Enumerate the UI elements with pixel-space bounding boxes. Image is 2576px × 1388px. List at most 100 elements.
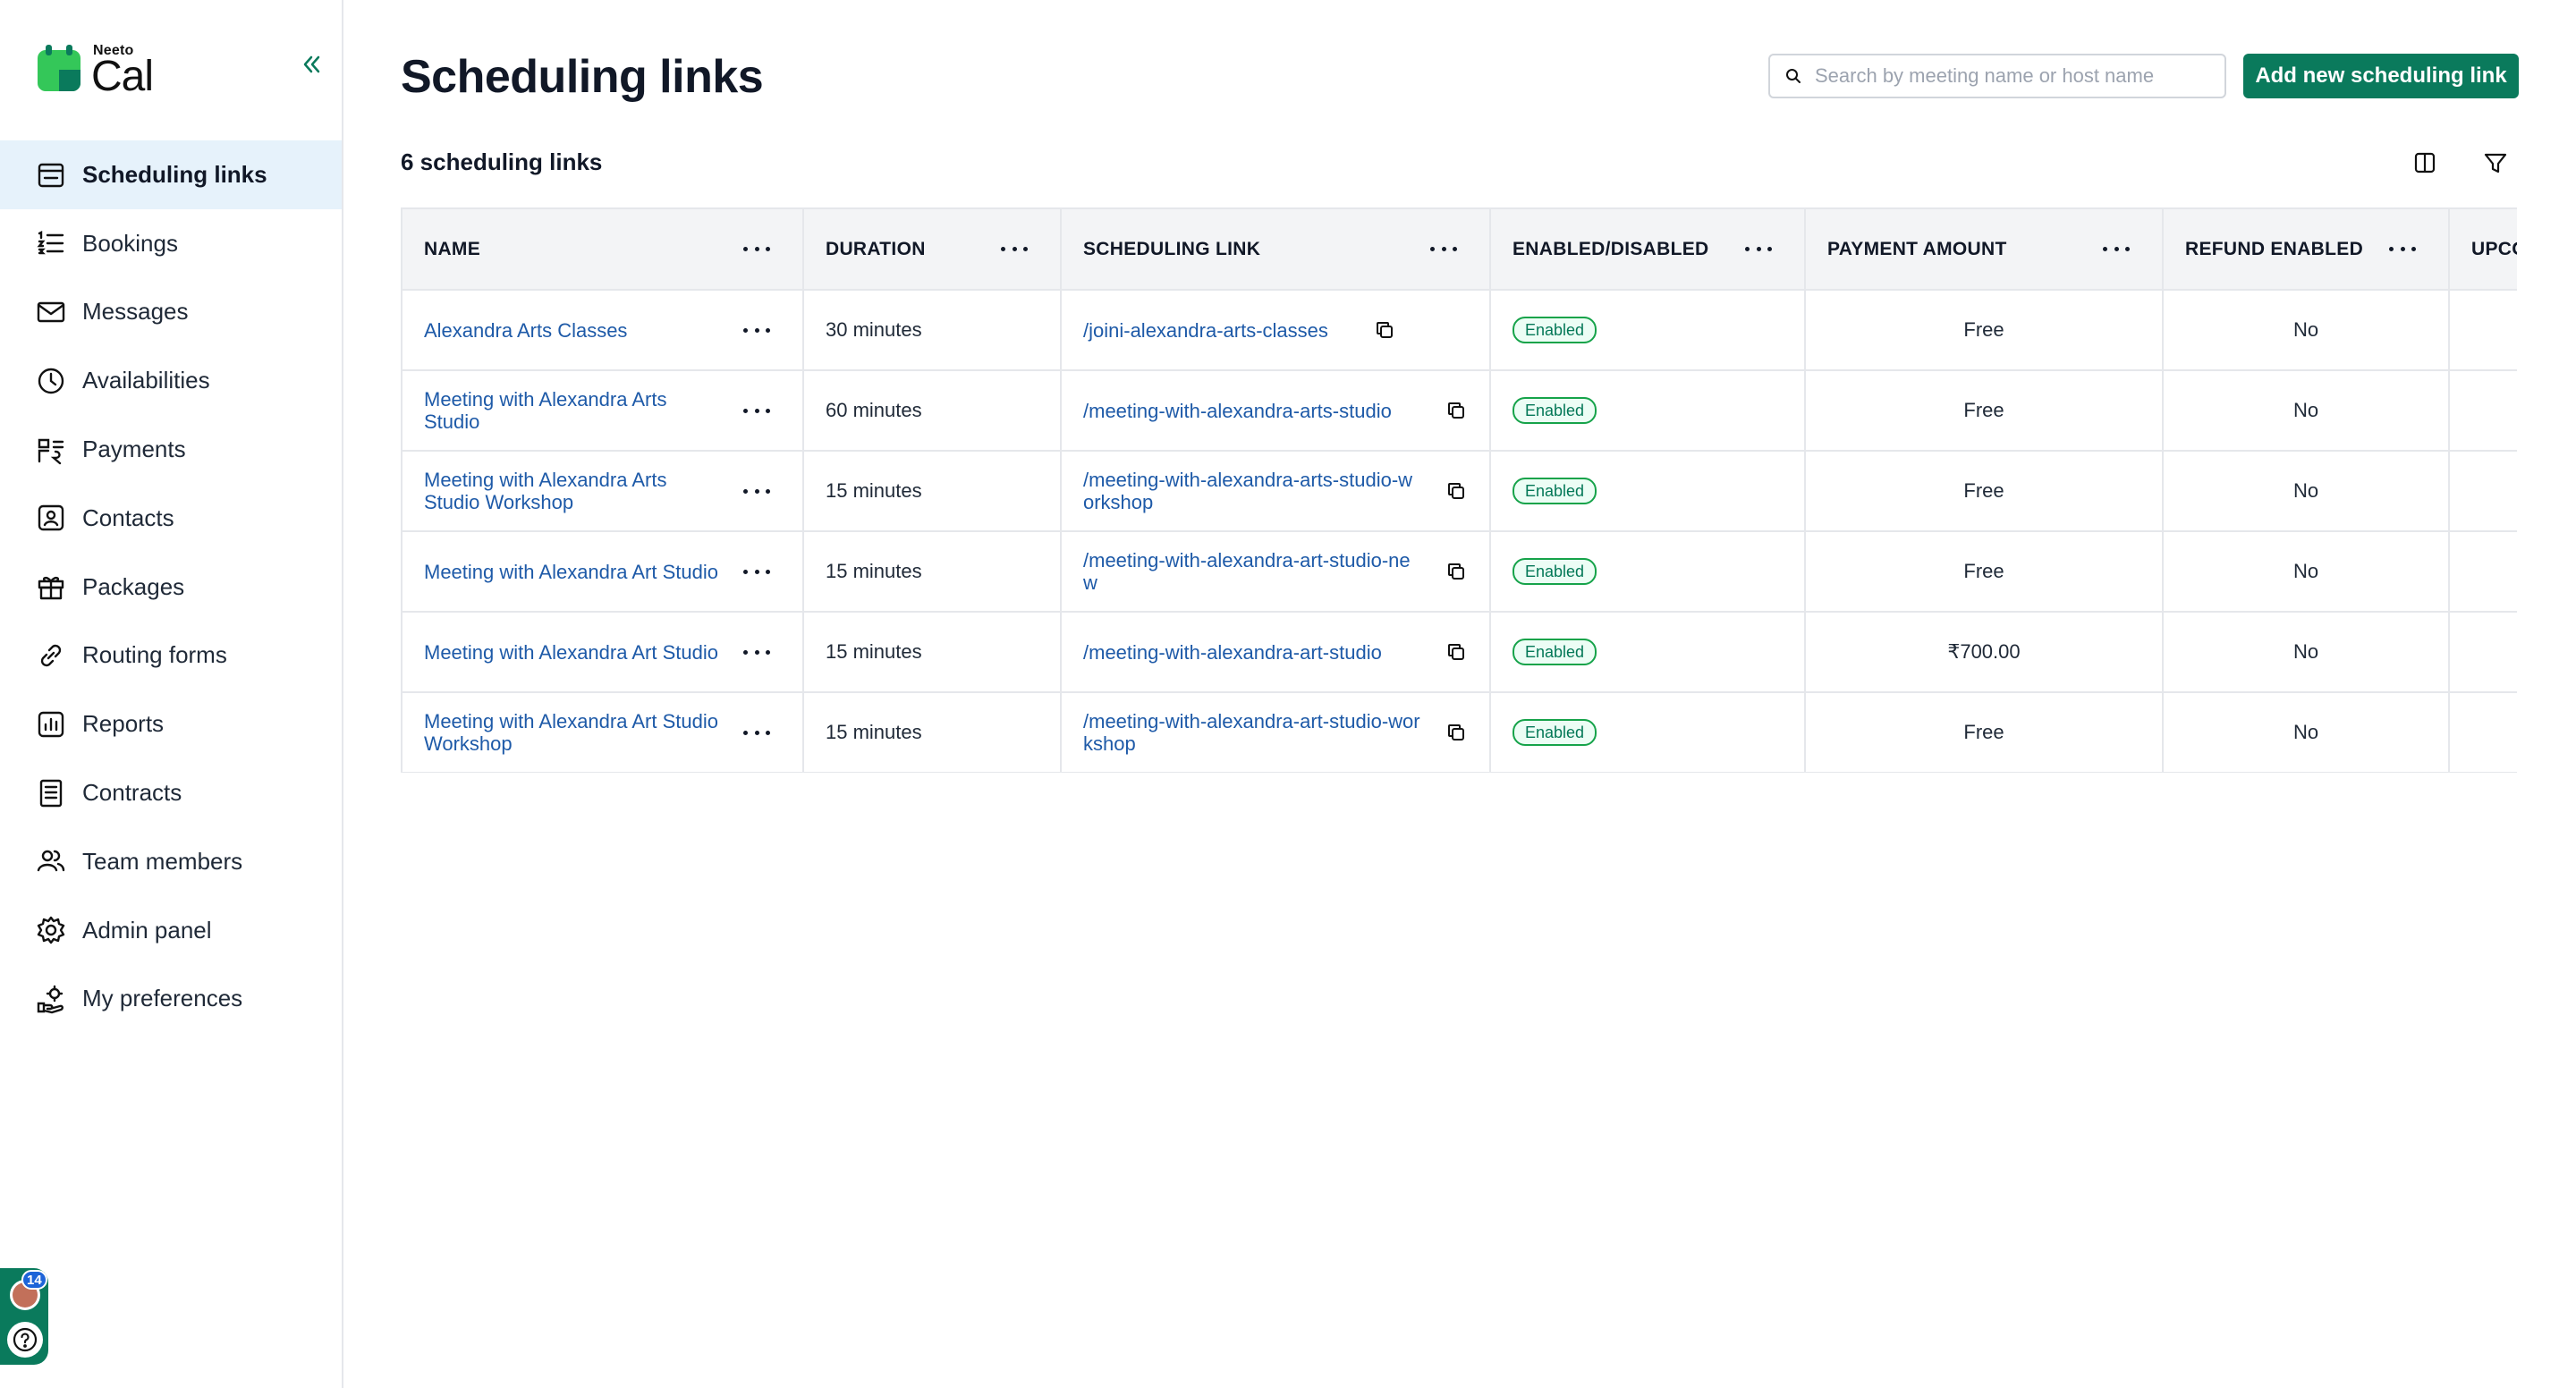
row-menu-icon[interactable] [743, 321, 770, 339]
calendar-icon [38, 164, 64, 188]
sidebar-item-my-preferences[interactable]: My preferences [0, 965, 342, 1034]
sidebar-item-contacts[interactable]: Contacts [0, 484, 342, 553]
add-scheduling-link-button[interactable]: Add new scheduling link [2243, 54, 2519, 98]
sidebar-item-team-members[interactable]: Team members [0, 827, 342, 896]
logo-mark-icon [38, 45, 80, 91]
sidebar: Neeto Cal Scheduling links Bookings Mess… [0, 0, 343, 1388]
table-header-row: NAME DURATION SCHEDULING LINK ENABLED/DI… [402, 209, 2517, 291]
column-header-label: REFUND ENABLED [2185, 238, 2364, 259]
sidebar-item-label: Bookings [82, 229, 178, 257]
column-header-label: ENABLED/DISABLED [1513, 238, 1709, 259]
meeting-name-link[interactable]: Meeting with Alexandra Arts Studio Works… [424, 469, 781, 513]
meeting-name-link[interactable]: Meeting with Alexandra Art Studio [424, 641, 781, 664]
refund-enabled-cell: No [2163, 612, 2450, 693]
sidebar-item-label: Contracts [82, 779, 182, 807]
columns-button[interactable] [2409, 147, 2441, 179]
help-button[interactable] [7, 1322, 43, 1358]
sidebar-item-label: Packages [82, 572, 185, 600]
app-logo[interactable]: Neeto Cal [38, 41, 181, 100]
upcoming-cell [2449, 451, 2517, 532]
meeting-name-link[interactable]: Meeting with Alexandra Arts Studio [424, 388, 781, 433]
collapse-sidebar-icon[interactable] [297, 50, 326, 79]
column-header-label: DURATION [826, 238, 926, 259]
row-menu-icon[interactable] [743, 482, 770, 500]
copy-icon[interactable] [1445, 640, 1468, 664]
status-badge: Enabled [1513, 317, 1597, 343]
column-header-payment-amount[interactable]: PAYMENT AMOUNT [1805, 209, 2164, 291]
team-icon [37, 851, 65, 872]
row-menu-icon[interactable] [743, 724, 770, 741]
scheduling-link[interactable]: /meeting-with-alexandra-art-studio-new [1083, 549, 1468, 594]
sidebar-item-label: Contacts [82, 504, 174, 531]
duration-cell: 15 minutes [803, 692, 1062, 773]
payment-amount-cell: Free [1805, 451, 2164, 532]
scheduling-link[interactable]: /joini-alexandra-arts-classes [1083, 319, 1468, 342]
column-menu-icon[interactable] [2103, 241, 2130, 258]
column-menu-icon[interactable] [1001, 241, 1028, 258]
copy-icon[interactable] [1445, 399, 1468, 422]
scheduling-link[interactable]: /meeting-with-alexandra-art-studio [1083, 641, 1468, 664]
payment-amount-cell: Free [1805, 692, 2164, 773]
sidebar-item-routing-forms[interactable]: Routing forms [0, 622, 342, 690]
column-header-scheduling-link[interactable]: SCHEDULING LINK [1061, 209, 1491, 291]
sidebar-item-reports[interactable]: Reports [0, 690, 342, 758]
search-box[interactable] [1768, 54, 2226, 98]
column-menu-icon[interactable] [1745, 241, 1772, 258]
preferences-icon [37, 985, 64, 1014]
filter-icon [2484, 153, 2507, 174]
column-header-name[interactable]: NAME [402, 209, 804, 291]
column-header-enabled-disabled[interactable]: ENABLED/DISABLED [1490, 209, 1806, 291]
sidebar-item-label: Messages [82, 298, 189, 326]
search-icon [1786, 69, 1801, 83]
sidebar-item-contracts[interactable]: Contracts [0, 758, 342, 827]
column-header-label: UPCOMING [2471, 238, 2517, 259]
copy-icon[interactable] [1445, 721, 1468, 744]
sidebar-item-packages[interactable]: Packages [0, 553, 342, 622]
sidebar-item-label: Admin panel [82, 916, 212, 944]
sidebar-item-admin-panel[interactable]: Admin panel [0, 896, 342, 965]
meeting-name-link[interactable]: Alexandra Arts Classes [424, 319, 781, 342]
table-row: Meeting with Alexandra Art Studio 15 min… [402, 612, 2517, 693]
scheduling-link[interactable]: /meeting-with-alexandra-art-studio-works… [1083, 710, 1468, 755]
meeting-name-link[interactable]: Meeting with Alexandra Art Studio [424, 561, 781, 583]
link-icon [40, 644, 62, 667]
column-header-upcoming[interactable]: UPCOMING [2449, 209, 2517, 291]
status-badge: Enabled [1513, 397, 1597, 424]
refund-enabled-cell: No [2163, 370, 2450, 452]
scheduling-link[interactable]: /meeting-with-alexandra-arts-studio [1083, 400, 1468, 422]
refund-enabled-cell: No [2163, 531, 2450, 613]
sidebar-item-label: My preferences [82, 985, 243, 1012]
gift-icon [38, 577, 64, 600]
status-badge: Enabled [1513, 719, 1597, 746]
sidebar-item-scheduling-links[interactable]: Scheduling links [0, 140, 342, 209]
payments-icon [38, 438, 64, 464]
table-row: Meeting with Alexandra Arts Studio Works… [402, 451, 2517, 532]
row-menu-icon[interactable] [743, 402, 770, 419]
mail-icon [37, 301, 65, 323]
search-input[interactable] [1815, 64, 2208, 88]
copy-icon[interactable] [1445, 560, 1468, 583]
copy-icon[interactable] [1373, 318, 1396, 342]
copy-icon[interactable] [1445, 479, 1468, 503]
sidebar-item-label: Team members [82, 847, 243, 875]
notification-badge: 14 [21, 1270, 47, 1290]
column-menu-icon[interactable] [1430, 241, 1457, 258]
column-menu-icon[interactable] [743, 241, 770, 258]
column-header-label: PAYMENT AMOUNT [1827, 238, 2007, 259]
column-header-duration[interactable]: DURATION [803, 209, 1062, 291]
column-header-refund-enabled[interactable]: REFUND ENABLED [2163, 209, 2450, 291]
scheduling-link[interactable]: /meeting-with-alexandra-arts-studio-work… [1083, 469, 1468, 513]
list-icon [37, 231, 64, 255]
sidebar-item-label: Reports [82, 710, 165, 738]
meeting-name-link[interactable]: Meeting with Alexandra Art Studio Worksh… [424, 710, 781, 755]
column-menu-icon[interactable] [2389, 241, 2416, 258]
sidebar-item-bookings[interactable]: Bookings [0, 209, 342, 278]
row-menu-icon[interactable] [743, 563, 770, 580]
sidebar-item-payments[interactable]: Payments [0, 415, 342, 484]
sidebar-item-availabilities[interactable]: Availabilities [0, 346, 342, 415]
clock-icon [38, 368, 64, 394]
filter-button[interactable] [2479, 147, 2512, 179]
sidebar-item-messages[interactable]: Messages [0, 278, 342, 347]
duration-cell: 15 minutes [803, 451, 1062, 532]
row-menu-icon[interactable] [743, 643, 770, 661]
